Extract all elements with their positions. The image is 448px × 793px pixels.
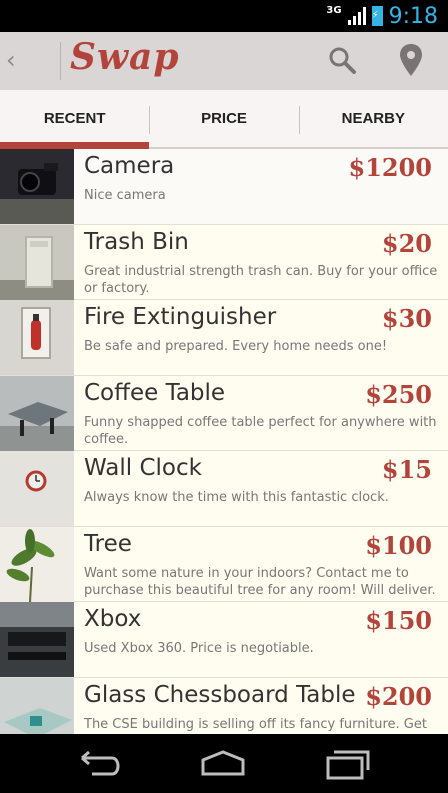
tab-nearby[interactable]: NEARBY: [298, 90, 448, 147]
item-title: Tree: [84, 530, 132, 557]
tab-recent[interactable]: RECENT: [0, 90, 150, 149]
action-bar: ‹ Swap: [0, 32, 448, 90]
status-bar: 3G 9:18: [0, 0, 448, 32]
list-item[interactable]: Coffee Table $250 Funny shapped coffee t…: [0, 375, 448, 451]
list-item[interactable]: Xbox $150 Used Xbox 360. Price is negoti…: [0, 602, 448, 678]
location-button[interactable]: [396, 42, 426, 80]
item-thumbnail: [0, 224, 74, 300]
up-chevron-icon[interactable]: ‹: [6, 46, 16, 74]
item-description: The CSE building is selling off its fanc…: [84, 716, 427, 732]
item-description: Always know the time with this fantastic…: [84, 490, 389, 505]
item-price: $30: [381, 304, 432, 333]
status-clock: 9:18: [388, 3, 438, 29]
nav-back-button[interactable]: [68, 746, 128, 782]
app-title: Swap: [70, 36, 180, 78]
item-thumbnail: [0, 451, 74, 526]
item-description: Want some nature in your indoors? Contac…: [84, 565, 436, 598]
navigation-bar: [0, 734, 448, 793]
item-thumbnail: [0, 602, 74, 677]
action-bar-divider: [60, 42, 61, 80]
item-title: Fire Extinguisher: [84, 304, 277, 330]
item-description: Used Xbox 360. Price is negotiable.: [84, 641, 314, 656]
item-title: Trash Bin: [84, 228, 189, 255]
item-price: $200: [365, 681, 432, 711]
item-price: $1200: [348, 153, 433, 182]
list-item[interactable]: Trash Bin $20 Great industrial strength …: [0, 224, 448, 300]
item-title: Glass Chessboard Table: [84, 681, 356, 708]
item-price: $100: [365, 530, 432, 560]
item-price: $20: [381, 228, 432, 258]
item-description: Great industrial strength trash can. Buy…: [84, 263, 438, 296]
item-thumbnail: [0, 526, 74, 602]
item-title: Xbox: [84, 606, 142, 632]
search-icon: [329, 47, 356, 74]
item-description: Nice camera: [84, 188, 166, 203]
item-title: Coffee Table: [84, 379, 226, 406]
network-type-label: 3G: [326, 4, 342, 16]
nav-recent-apps-button[interactable]: [318, 746, 378, 782]
home-icon: [201, 750, 245, 776]
item-title: Wall Clock: [84, 455, 202, 481]
item-thumbnail: [0, 149, 74, 224]
signal-icon: [347, 7, 366, 25]
list-item[interactable]: Fire Extinguisher $30 Be safe and prepar…: [0, 300, 448, 376]
list-item[interactable]: Wall Clock $15 Always know the time with…: [0, 451, 448, 527]
item-title: Camera: [84, 153, 175, 179]
location-pin-icon: [400, 44, 422, 76]
item-thumbnail: [0, 375, 74, 451]
tab-price[interactable]: PRICE: [149, 90, 298, 147]
item-price: $250: [365, 379, 432, 409]
back-icon: [81, 750, 120, 776]
list-item[interactable]: Glass Chessboard Table $200 The CSE buil…: [0, 677, 448, 734]
item-list[interactable]: Camera $1200 Nice camera Trash Bin $20 G…: [0, 149, 448, 734]
list-item[interactable]: Tree $100 Want some nature in your indoo…: [0, 526, 448, 602]
recent-apps-icon: [326, 750, 370, 780]
item-description: Be safe and prepared. Every home needs o…: [84, 339, 388, 354]
item-thumbnail: [0, 677, 74, 734]
item-description: Funny shapped coffee table perfect for a…: [84, 414, 437, 447]
item-thumbnail: [0, 300, 74, 375]
list-item[interactable]: Camera $1200 Nice camera: [0, 149, 448, 225]
status-icons: 3G 9:18: [326, 3, 438, 29]
nav-home-button[interactable]: [193, 746, 253, 782]
battery-charging-icon: [371, 6, 383, 26]
item-price: $150: [365, 606, 432, 635]
search-button[interactable]: [326, 44, 360, 78]
tab-bar: RECENT PRICE NEARBY: [0, 90, 448, 149]
item-price: $15: [381, 455, 432, 484]
